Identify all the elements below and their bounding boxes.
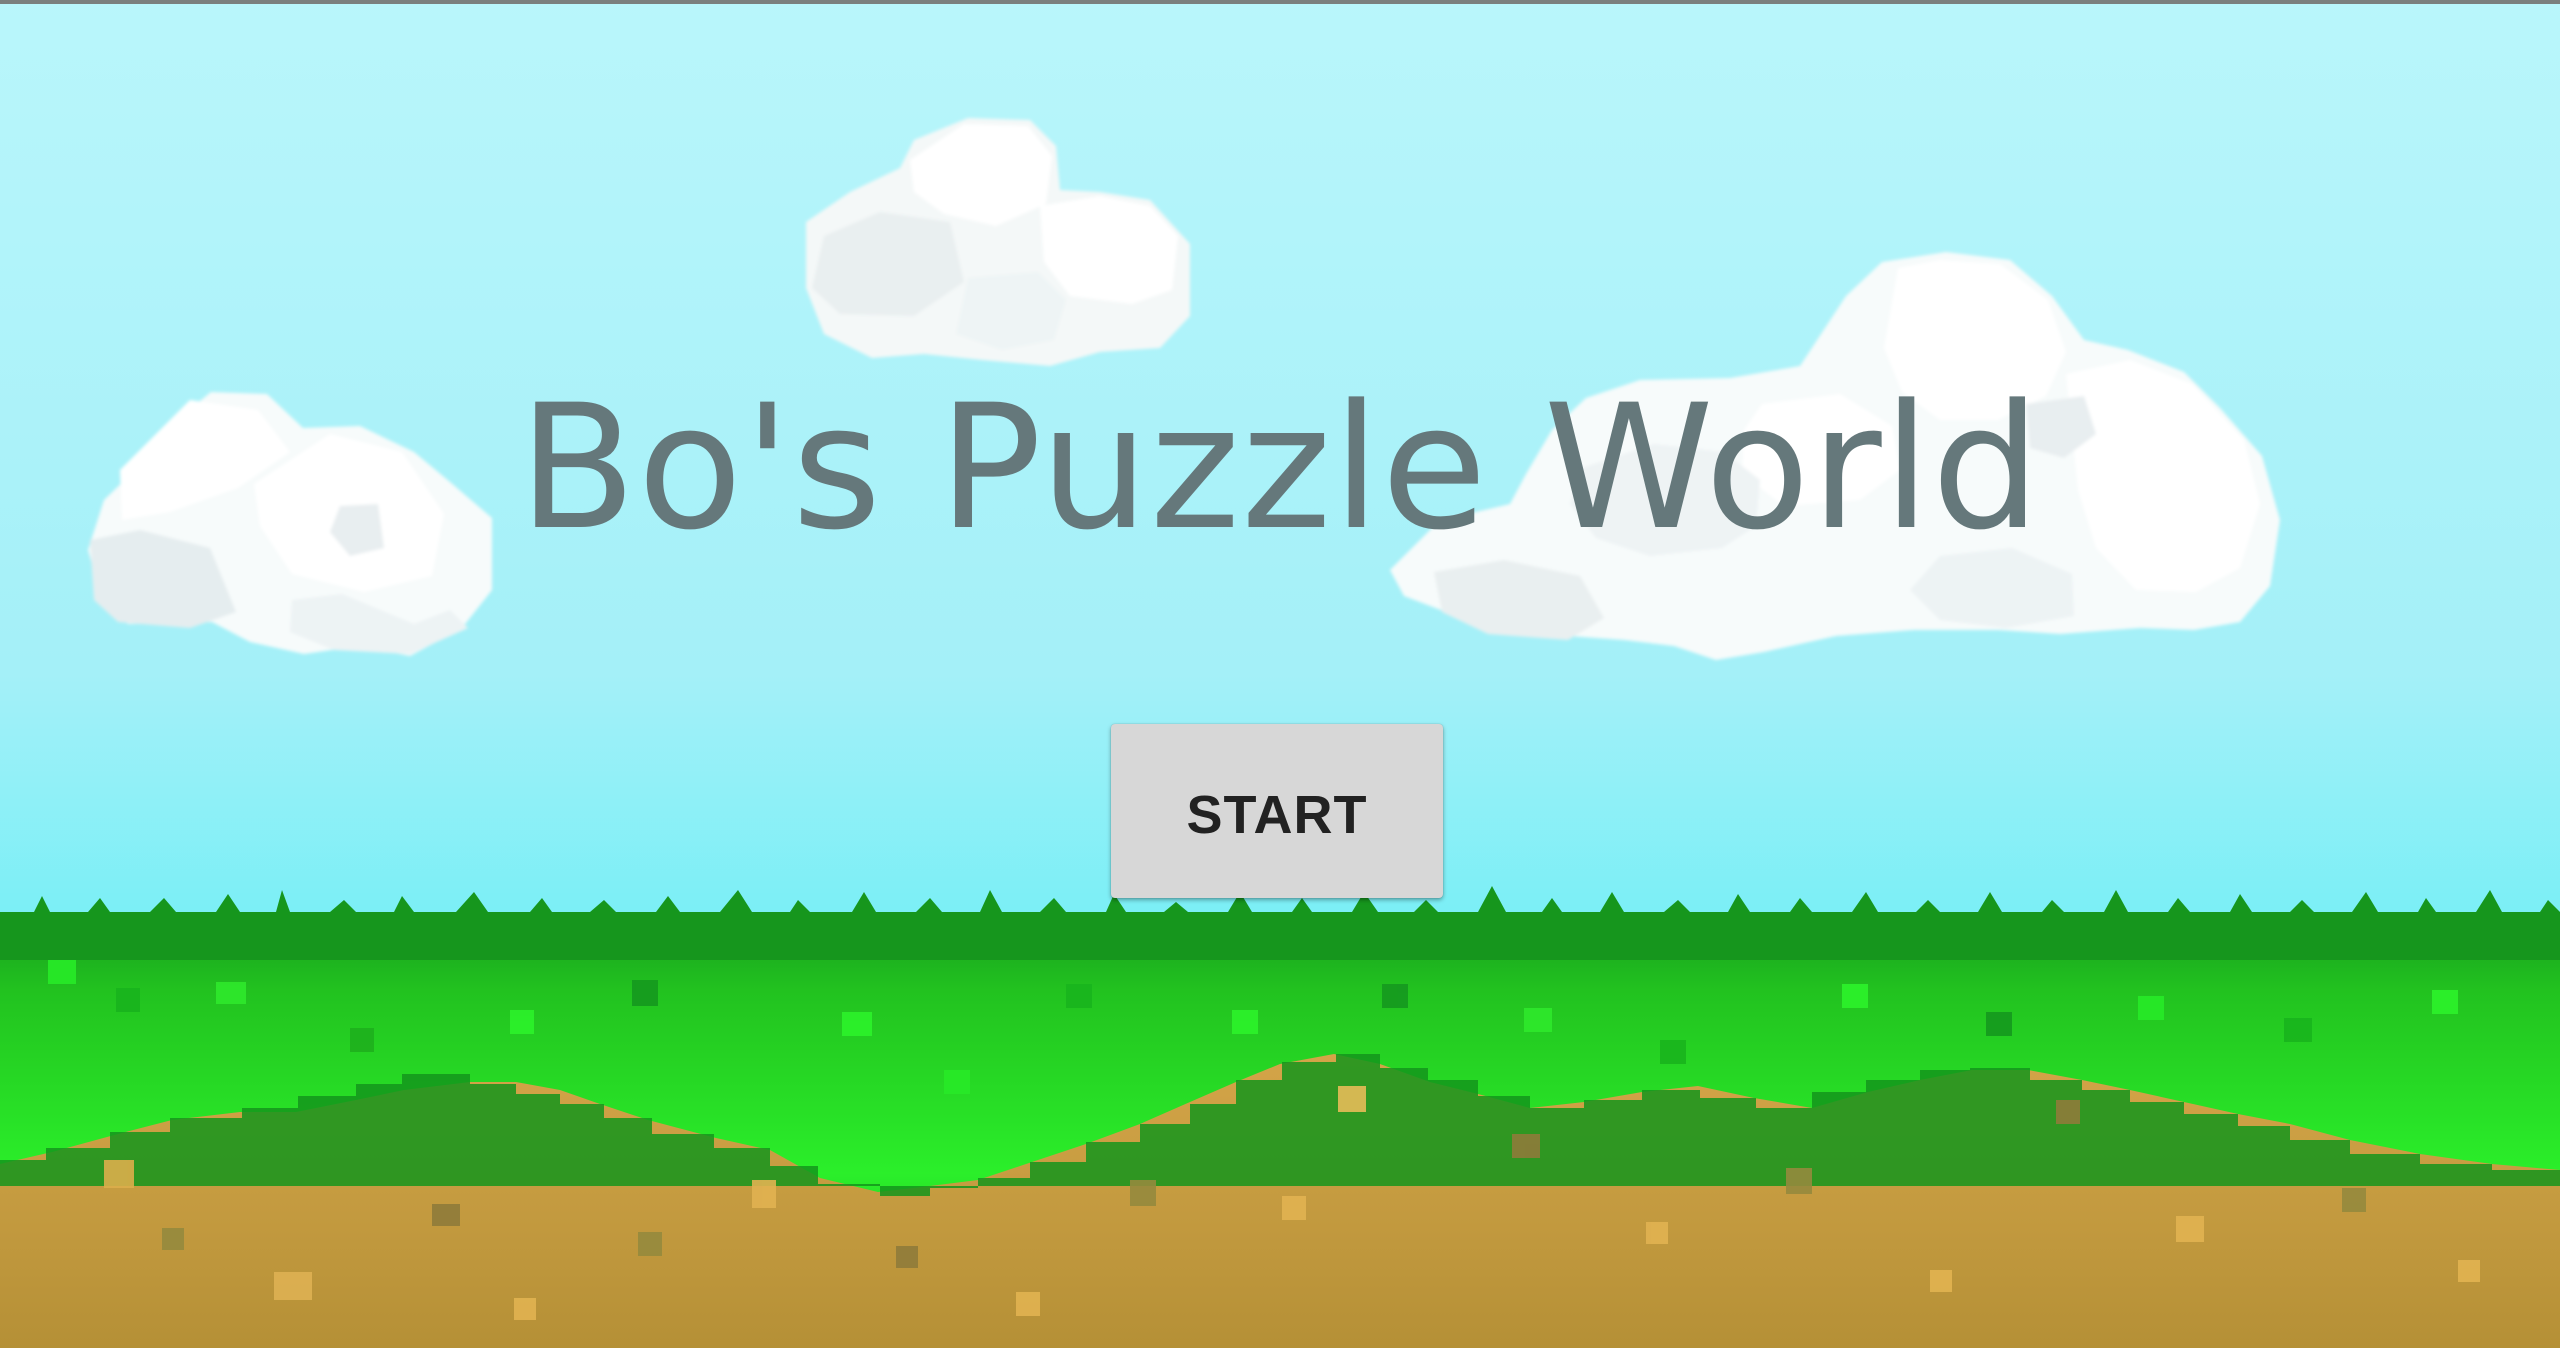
top-window-edge: [0, 0, 2560, 4]
ground: [0, 886, 2560, 1348]
game-scene: Bo's Puzzle World START: [0, 0, 2560, 1348]
game-background: [0, 0, 2560, 1348]
start-button[interactable]: START: [1111, 724, 1443, 898]
